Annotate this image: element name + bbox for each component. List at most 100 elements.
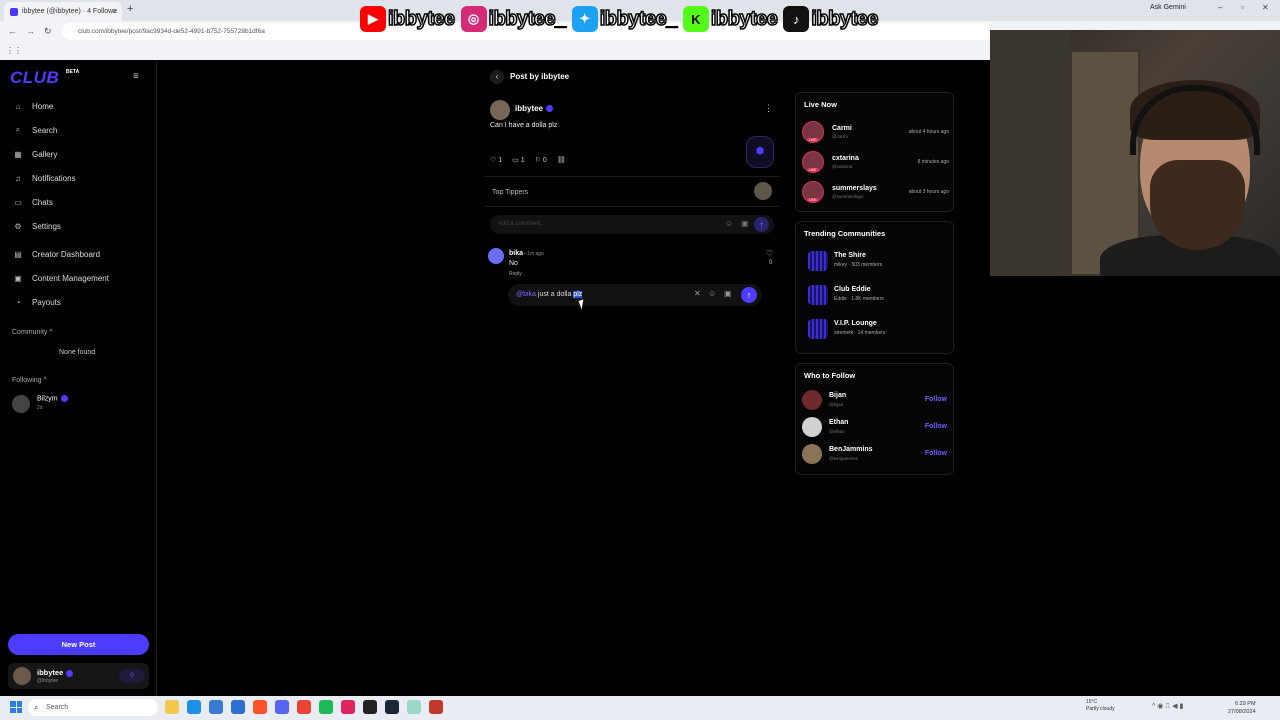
live-badge: LIVE [807, 168, 819, 172]
live-item[interactable]: LIVE summerslays @summerslays about 3 ho… [802, 181, 949, 205]
sidebar-item-gallery[interactable]: ▦ Gallery [12, 146, 57, 162]
app-icon[interactable] [429, 700, 443, 714]
top-tippers-label: Top Tippers [492, 189, 529, 196]
gif-icon[interactable]: ▣ [741, 219, 749, 228]
tab-close-icon[interactable]: × [112, 2, 117, 21]
sidebar-item-search[interactable]: ⌕ Search [12, 122, 58, 138]
community-item[interactable]: V.I.P. Lounge xtremetk · 14 members [808, 318, 948, 342]
clock[interactable]: 6:29 PM 27/08/2024 [1228, 700, 1256, 716]
community-label: Community [12, 329, 48, 336]
back-icon[interactable]: ‹ [490, 70, 504, 84]
new-post-button[interactable]: New Post [8, 634, 149, 655]
sidebar-item-notifications[interactable]: ♫ Notifications [12, 170, 76, 186]
forward-nav-icon[interactable]: → [26, 26, 35, 36]
reload-icon[interactable]: ↻ [44, 26, 52, 37]
close-window-icon[interactable]: ✕ [1262, 3, 1269, 12]
club-favicon-icon [10, 8, 18, 16]
account-card[interactable]: ibbytee @ibbytee 0 [8, 663, 149, 689]
community-name: Club Eddie [834, 286, 871, 293]
browser-tab[interactable]: ibbytee (@ibbytee) · 4 Followe × [4, 2, 122, 21]
weather-widget[interactable]: 15°C Partly cloudy [1086, 699, 1115, 713]
live-item[interactable]: LIVE cxtarina @cxtarina 8 minutes ago [802, 151, 949, 175]
edge-icon[interactable] [187, 700, 201, 714]
clear-icon[interactable]: ✕ [694, 289, 701, 298]
back-nav-icon[interactable]: ← [8, 26, 17, 36]
chevron-up-icon: ^ [43, 377, 47, 384]
store-icon[interactable] [209, 700, 223, 714]
coin-balance-badge[interactable]: 0 [119, 669, 145, 683]
system-tray[interactable]: ^ ◉ ⎍ ◀ ▮ [1152, 702, 1183, 711]
emoji-icon[interactable]: ☺ [708, 289, 716, 298]
tip-coin-button[interactable]: ⬢ [746, 136, 774, 168]
reply-input[interactable]: @bika just a dolla plz ✕ ☺ ▣ ↑ [508, 284, 762, 306]
outlook-icon[interactable] [231, 700, 245, 714]
app-icon[interactable] [407, 700, 421, 714]
emoji-icon[interactable]: ☺ [725, 219, 733, 228]
obs-icon[interactable] [363, 700, 377, 714]
bookmark-button[interactable]: ⚐ 0 [535, 156, 547, 164]
avatar[interactable] [754, 182, 772, 200]
trending-title: Trending Communities [804, 229, 886, 238]
sidebar-item-settings[interactable]: ⚙ Settings [12, 218, 61, 234]
sidebar-item-chats[interactable]: ▭ Chats [12, 194, 53, 210]
avatar[interactable] [490, 100, 510, 120]
windows-taskbar: ⌕ Search 15°C Partly cloudy ^ ◉ ⎍ ◀ ▮ 6:… [0, 696, 1280, 720]
apps-grid-icon[interactable]: ⋮⋮ [6, 46, 22, 55]
avatar[interactable] [488, 248, 504, 264]
more-options-icon[interactable]: ⋮ [764, 103, 773, 114]
following-section-toggle[interactable]: Following ^ [12, 377, 47, 384]
send-reply-button[interactable]: ↑ [741, 287, 757, 303]
spotify-icon[interactable] [319, 700, 333, 714]
mention: @bika [516, 291, 536, 298]
follow-button[interactable]: Follow [925, 450, 947, 457]
sidebar-item-content-management[interactable]: ▣ Content Management [12, 270, 109, 286]
new-tab-button[interactable]: + [127, 3, 133, 15]
suggested-user[interactable]: Bijan @bijan Follow [802, 390, 949, 412]
taskbar-apps [165, 700, 443, 714]
follow-button[interactable]: Follow [925, 396, 947, 403]
comment-heart-icon[interactable]: ♡ [766, 249, 773, 258]
tab-title: ibbytee (@ibbytee) · 4 Followe [22, 8, 118, 15]
live-name: Carmi [832, 125, 852, 132]
post-author[interactable]: ibbytee [515, 104, 554, 113]
post-view: ‹ Post by ibbytee ibbytee ⋮ Can I have a… [484, 60, 780, 696]
community-item[interactable]: Club Eddie Eddie · 1.8K members [808, 284, 948, 308]
sidebar-item-creator-dashboard[interactable]: ▤ Creator Dashboard [12, 246, 100, 262]
chrome-profile-icon[interactable] [341, 700, 355, 714]
link-icon[interactable]: ⛓ [557, 156, 566, 164]
taskbar-search[interactable]: ⌕ Search [28, 699, 158, 716]
file-explorer-icon[interactable] [165, 700, 179, 714]
suggested-user[interactable]: BenJammins @benjammins Follow [802, 444, 949, 466]
taskbar-search-label: Search [46, 704, 69, 711]
follow-button[interactable]: Follow [925, 423, 947, 430]
live-badge: LIVE [807, 198, 819, 202]
send-comment-button[interactable]: ↑ [754, 217, 769, 232]
steam-icon[interactable] [385, 700, 399, 714]
reply-link[interactable]: Reply [509, 271, 522, 277]
comment-input[interactable]: Add a comment... ☺ ▣ ↑ [490, 215, 774, 234]
suggested-handle: @benjammins [829, 456, 858, 461]
comment-button[interactable]: ▭ 1 [512, 156, 524, 164]
comment-author[interactable]: bika [509, 250, 523, 257]
twitter-icon: ✦ [571, 6, 598, 32]
club-logo[interactable]: CLUB [10, 68, 59, 88]
gif-icon[interactable]: ▣ [724, 289, 732, 298]
menu-icon[interactable]: ≡ [133, 71, 139, 82]
community-item[interactable]: The Shire mikey · 503 members [808, 250, 948, 274]
clock-time: 6:29 PM [1235, 701, 1256, 707]
sidebar-item-home[interactable]: ⌂ Home [12, 98, 54, 114]
like-button[interactable]: ♡ 1 [490, 156, 502, 164]
sidebar-item-label: Content Management [32, 273, 109, 283]
suggested-user[interactable]: Ethan @ethan Follow [802, 417, 949, 439]
chrome-icon[interactable] [297, 700, 311, 714]
sidebar-item-payouts[interactable]: ◔ Payouts [12, 294, 61, 310]
discord-icon[interactable] [275, 700, 289, 714]
start-button[interactable] [10, 701, 22, 713]
maximize-icon[interactable]: ▫ [1241, 3, 1244, 12]
twitter-handle: ibbytee_ [599, 7, 678, 31]
live-item[interactable]: LIVE Carmi @carmi about 4 hours ago [802, 121, 949, 145]
ask-gemini-button[interactable]: Ask Gemini [1150, 4, 1186, 11]
brave-icon[interactable] [253, 700, 267, 714]
community-section-toggle[interactable]: Community ^ [12, 329, 53, 336]
minimize-icon[interactable]: – [1218, 3, 1222, 12]
